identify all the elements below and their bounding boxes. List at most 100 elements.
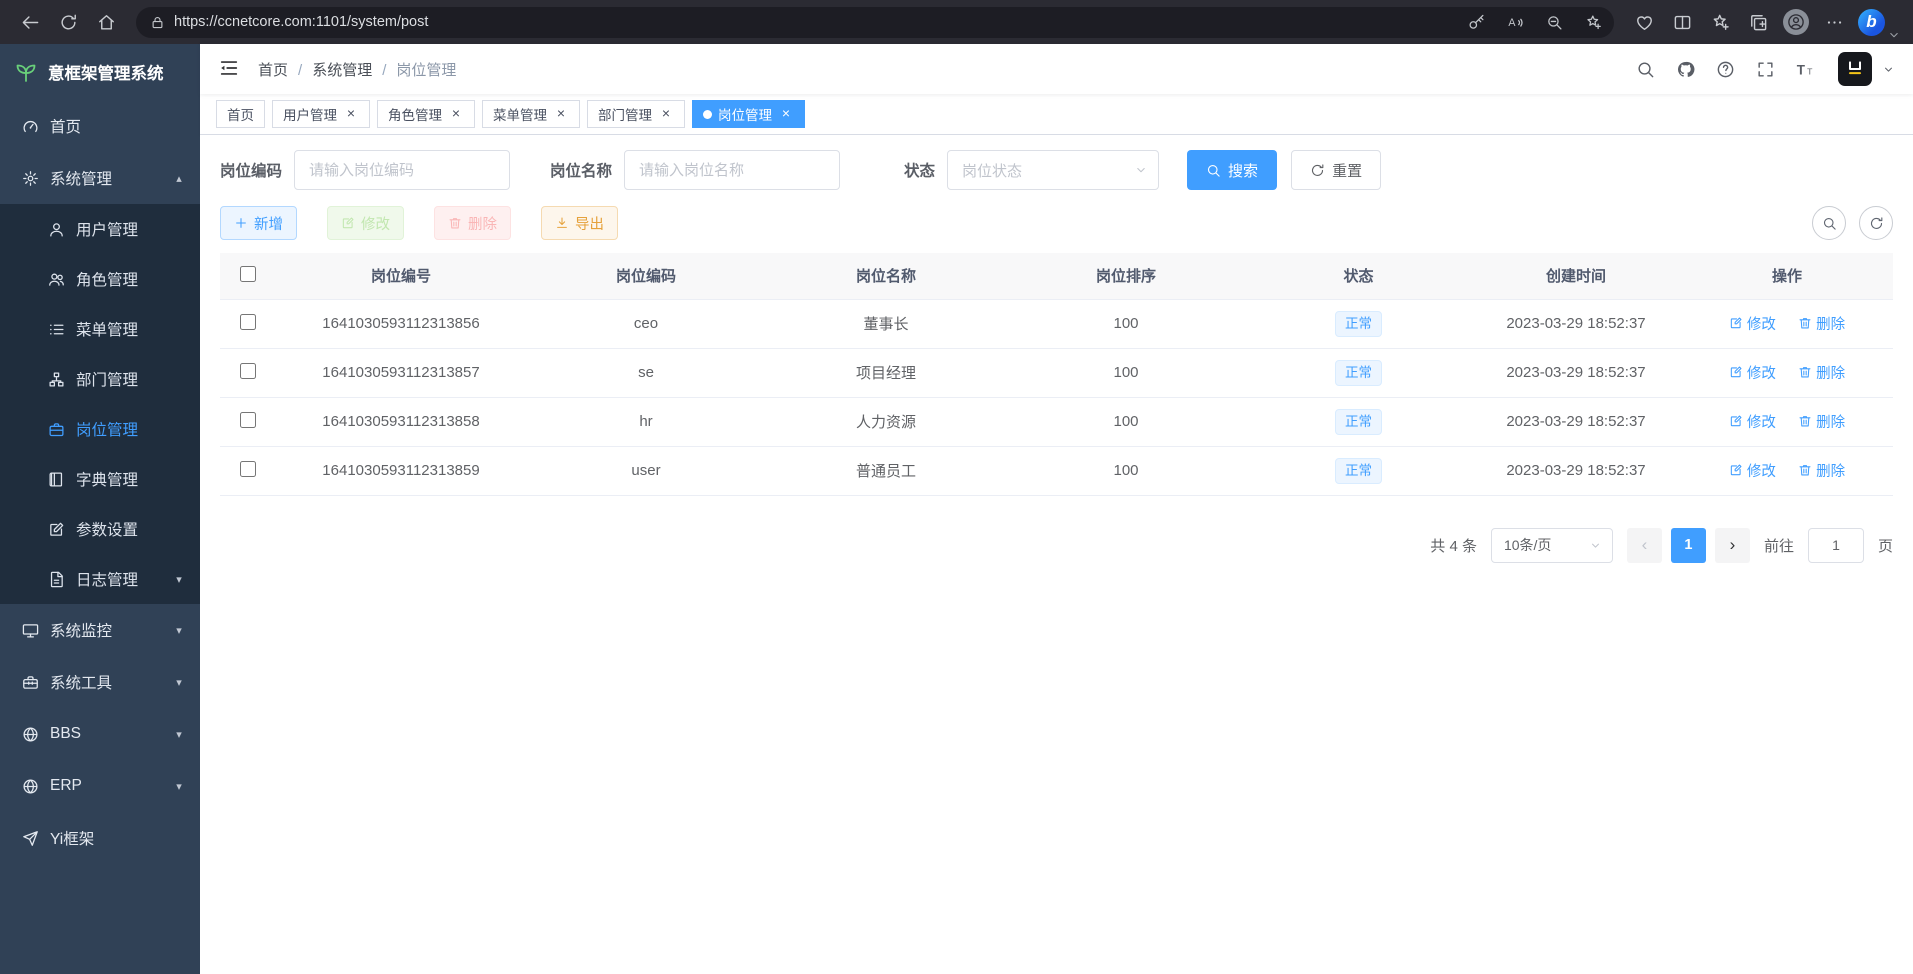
fullscreen-button[interactable]: [1748, 52, 1782, 86]
chevron-icon: [172, 573, 186, 586]
sidebar-item[interactable]: Yi框架: [0, 812, 200, 864]
saved-password-icon[interactable]: [1461, 8, 1491, 36]
search-button[interactable]: 搜索: [1187, 150, 1277, 190]
favorites-button[interactable]: [1702, 5, 1738, 39]
profile-button[interactable]: [1778, 5, 1814, 39]
sidebar-item[interactable]: 系统工具: [0, 656, 200, 708]
sidebar-item[interactable]: 首页: [0, 100, 200, 152]
sidebar-item-label: 日志管理: [76, 568, 161, 590]
refresh-table-button[interactable]: [1859, 206, 1893, 240]
delete-button[interactable]: 删除: [434, 206, 511, 240]
sidebar-item[interactable]: 部门管理: [0, 354, 200, 404]
back-button[interactable]: [12, 5, 48, 39]
github-link[interactable]: [1668, 52, 1702, 86]
post-table: 岗位编号 岗位编码 岗位名称 岗位排序 状态 创建时间: [220, 253, 1893, 496]
user-avatar[interactable]: [1838, 52, 1872, 86]
read-aloud-button[interactable]: [1500, 8, 1530, 36]
export-button[interactable]: 导出: [541, 206, 618, 240]
add-favorite-button[interactable]: [1578, 8, 1608, 36]
help-button[interactable]: [1708, 52, 1742, 86]
row-edit-link[interactable]: 修改: [1729, 411, 1776, 432]
tab-close-icon[interactable]: [553, 106, 569, 122]
view-tab[interactable]: 用户管理: [272, 100, 370, 128]
edit-button[interactable]: 修改: [327, 206, 404, 240]
row-edit-link[interactable]: 修改: [1729, 460, 1776, 481]
view-tab[interactable]: 首页: [216, 100, 265, 128]
row-edit-link[interactable]: 修改: [1729, 362, 1776, 383]
row-delete-link[interactable]: 删除: [1798, 362, 1845, 383]
sidebar-item[interactable]: 系统管理: [0, 152, 200, 204]
sidebar-item-label: 角色管理: [76, 268, 161, 290]
table-row: 1641030593112313856 ceo 董事长 100 正常 2023-…: [220, 299, 1893, 348]
row-checkbox[interactable]: [240, 461, 256, 477]
browser-home-button[interactable]: [88, 5, 124, 39]
post-name-cell: 董事长: [766, 299, 1006, 348]
address-bar[interactable]: https://ccnetcore.com:1101/system/post: [136, 7, 1614, 38]
row-checkbox[interactable]: [240, 314, 256, 330]
sidebar-item[interactable]: 菜单管理: [0, 304, 200, 354]
reload-button[interactable]: [50, 5, 86, 39]
page-size-select[interactable]: 10条/页: [1491, 528, 1613, 563]
bing-caret-icon[interactable]: [1887, 28, 1901, 42]
sidebar-item[interactable]: 系统监控: [0, 604, 200, 656]
select-all-checkbox[interactable]: [240, 266, 256, 282]
page-number-button[interactable]: 1: [1671, 528, 1706, 563]
plus-icon: [234, 216, 248, 230]
sidebar-item[interactable]: 日志管理: [0, 554, 200, 604]
browser-menu-button[interactable]: [1816, 5, 1852, 39]
app-header: 首页 系统管理 岗位管理: [200, 44, 1913, 94]
breadcrumb-home[interactable]: 首页: [258, 59, 312, 80]
sidebar-item[interactable]: 用户管理: [0, 204, 200, 254]
sidebar-item-label: Yi框架: [50, 827, 161, 849]
reset-button[interactable]: 重置: [1291, 150, 1381, 190]
refresh-icon: [1869, 216, 1884, 231]
breadcrumb-system[interactable]: 系统管理: [312, 59, 396, 80]
toggle-search-button[interactable]: [1812, 206, 1846, 240]
tab-close-icon[interactable]: [343, 106, 359, 122]
sidebar-item[interactable]: 参数设置: [0, 504, 200, 554]
sidebar-item[interactable]: BBS: [0, 708, 200, 760]
sidebar-item[interactable]: 岗位管理: [0, 404, 200, 454]
status-badge: 正常: [1335, 311, 1382, 337]
view-tab[interactable]: 菜单管理: [482, 100, 580, 128]
zoom-button[interactable]: [1539, 8, 1569, 36]
add-button[interactable]: 新增: [220, 206, 297, 240]
view-tab[interactable]: 部门管理: [587, 100, 685, 128]
sidebar-item[interactable]: ERP: [0, 760, 200, 812]
column-header: 状态: [1246, 253, 1471, 299]
post-code-cell: ceo: [526, 299, 766, 348]
sidebar-item[interactable]: 字典管理: [0, 454, 200, 504]
row-checkbox[interactable]: [240, 412, 256, 428]
bing-copilot-button[interactable]: b: [1858, 9, 1885, 36]
tab-close-icon[interactable]: [448, 106, 464, 122]
post-code-input[interactable]: [294, 150, 510, 190]
collections-button[interactable]: [1740, 5, 1776, 39]
status-select[interactable]: 岗位状态: [947, 150, 1159, 190]
post-name-input[interactable]: [624, 150, 840, 190]
profile-avatar-icon: [1783, 9, 1809, 35]
browser-essentials-button[interactable]: [1626, 5, 1662, 39]
sidebar-item-label: 系统工具: [50, 671, 161, 693]
next-page-button[interactable]: [1715, 528, 1750, 563]
goto-page-input[interactable]: [1808, 528, 1864, 563]
tab-close-icon[interactable]: [658, 106, 674, 122]
row-delete-link[interactable]: 删除: [1798, 460, 1845, 481]
view-tab[interactable]: 角色管理: [377, 100, 475, 128]
sidebar-toggle-button[interactable]: [218, 57, 242, 81]
post-sort-cell: 100: [1006, 446, 1246, 495]
avatar-caret-icon[interactable]: [1882, 63, 1895, 76]
row-delete-link[interactable]: 删除: [1798, 411, 1845, 432]
sidebar-item[interactable]: 角色管理: [0, 254, 200, 304]
header-search-button[interactable]: [1628, 52, 1662, 86]
row-edit-link[interactable]: 修改: [1729, 313, 1776, 334]
font-size-button[interactable]: [1788, 52, 1822, 86]
tab-close-icon[interactable]: [778, 106, 794, 122]
row-checkbox[interactable]: [240, 363, 256, 379]
goto-label: 前往: [1764, 535, 1794, 556]
tab-label: 首页: [227, 104, 254, 124]
created-time-cell: 2023-03-29 18:52:37: [1471, 397, 1681, 446]
split-screen-button[interactable]: [1664, 5, 1700, 39]
row-delete-link[interactable]: 删除: [1798, 313, 1845, 334]
prev-page-button[interactable]: [1627, 528, 1662, 563]
view-tab[interactable]: 岗位管理: [692, 100, 805, 128]
